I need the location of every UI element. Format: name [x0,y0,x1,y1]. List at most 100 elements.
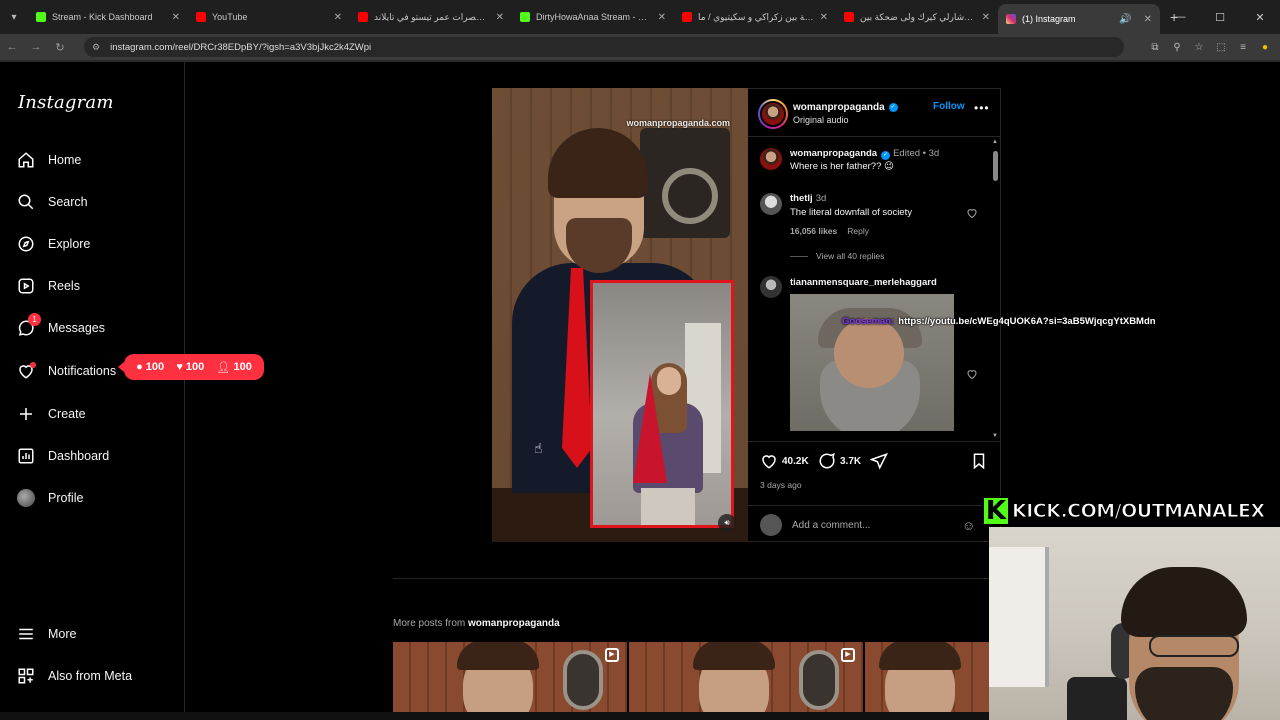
kick-icon [36,12,46,22]
verified-icon: ✓ [888,103,898,112]
heart-filled-icon: ♥ [176,361,183,373]
reel-icon: ▶ [841,648,855,662]
kick-logo-icon: K [982,496,1010,526]
url-bar[interactable]: ⚙ instagram.com/reel/DRCr38EDpBY/?igsh=a… [84,37,1124,57]
install-icon[interactable]: ⧉ [1144,42,1166,53]
reading-list-icon[interactable]: ≡ [1232,42,1254,53]
tab-youtube[interactable]: YouTube ✕ [188,0,350,34]
compass-icon [16,234,36,254]
home-icon [16,150,36,170]
tab-youtube-video-1[interactable]: قهوية خصرات عمر تيستو في تايلاند ✕ [350,0,512,34]
avatar[interactable] [760,276,782,298]
tab-search-icon[interactable]: ▾ [0,0,28,34]
sidebar-item-also-from-meta[interactable]: Also from Meta [16,664,132,688]
sidebar-item-explore[interactable]: Explore [16,232,90,256]
close-icon[interactable]: ✕ [496,12,504,23]
author-name[interactable]: womanpropaganda ✓ [793,102,898,113]
follow-button[interactable]: Follow [933,101,965,112]
speaker-icon[interactable]: 🔊 [1119,14,1131,25]
sidebar-item-reels[interactable]: Reels [16,274,80,298]
comment-button[interactable]: 3.7K [818,452,861,470]
sidebar-item-search[interactable]: Search [16,190,88,214]
profile-icon[interactable]: ● [1254,42,1276,53]
reply-link[interactable]: Reply [847,226,869,236]
close-icon[interactable]: ✕ [334,12,342,23]
search-icon [16,192,36,212]
window-controls: — ☐ ✕ [1160,0,1280,34]
avatar[interactable] [760,193,782,215]
author-avatar[interactable] [758,99,788,129]
tab-instagram[interactable]: (1) Instagram 🔊 ✕ [998,4,1160,34]
dashboard-icon [16,446,36,466]
reel-icon: ▶ [605,648,619,662]
like-button[interactable]: 40.2K [760,452,809,470]
maximize-icon[interactable]: ☐ [1200,11,1240,24]
site-info-icon[interactable]: ⚙ [92,42,100,53]
scroll-thumb [993,151,998,181]
youtube-icon [358,12,368,22]
hand-cursor-icon: ☝︎ [534,440,543,456]
menu-icon [16,624,36,644]
youtube-icon [196,12,206,22]
tab-youtube-video-3[interactable]: علاش شارلي كيرك ولى ضحكة بين ✕ [836,0,998,34]
reload-icon[interactable]: ↻ [48,41,72,54]
reel-video[interactable]: womanpropaganda.com 🔊︎ [492,88,748,542]
sidebar-item-home[interactable]: Home [16,148,81,172]
volume-button[interactable]: 🔊︎ [718,514,736,532]
sidebar-item-profile[interactable]: Profile [16,486,83,510]
more-posts-user[interactable]: womanpropaganda [468,618,560,629]
comment-gif [790,294,954,431]
post-panel: womanpropaganda ✓ Original audio Follow •… [748,88,1001,542]
share-button[interactable] [870,452,892,470]
tab-kick-stream[interactable]: DirtyHowaAnaa Stream - Watch ✕ [512,0,674,34]
sidebar-item-dashboard[interactable]: Dashboard [16,444,109,468]
tab-kick-dashboard[interactable]: Stream - Kick Dashboard ✕ [28,0,188,34]
inset-video [590,280,734,528]
zoom-icon[interactable]: ⚲ [1166,42,1188,53]
caption-user[interactable]: womanpropaganda ✓ Edited • 3d [790,148,939,160]
sidebar-item-more[interactable]: More [16,622,76,646]
heart-icon [16,361,36,381]
extensions-icon[interactable]: ⬚ [1210,42,1232,53]
close-icon[interactable]: ✕ [982,12,990,23]
emoji-icon[interactable]: ☺ [962,518,975,533]
kick-icon [520,12,530,22]
comments-count: ● 100 [136,361,165,373]
more-options-icon[interactable]: ••• [974,101,990,115]
audio-label[interactable]: Original audio [793,115,849,125]
view-replies-link[interactable]: View all 40 replies [816,251,884,261]
tab-youtube-video-2[interactable]: مقابلة بين زكراكي و سكيتيوي / ما ✕ [674,0,836,34]
close-icon[interactable]: ✕ [1144,14,1152,25]
instagram-logo[interactable]: Instagram [18,92,114,113]
more-posts-heading: More posts from womanpropaganda [393,618,560,629]
avatar[interactable] [760,148,782,170]
post-thumbnail[interactable]: ▶ [629,642,863,712]
comment-input[interactable] [792,516,952,534]
back-icon[interactable]: ← [0,41,24,53]
close-window-icon[interactable]: ✕ [1240,11,1280,24]
save-button[interactable] [970,452,992,470]
sidebar-item-notifications[interactable]: Notifications [16,359,116,383]
add-comment-bar: ☺ [748,505,1000,543]
comments-scrollbar[interactable]: ▲ ▼ [992,139,998,439]
forward-icon[interactable]: → [24,41,48,53]
comment-user[interactable]: tiananmensquare_merlehaggard [790,277,937,288]
like-comment-icon[interactable] [966,368,978,380]
sidebar-item-messages[interactable]: 1 Messages [16,313,105,340]
close-icon[interactable]: ✕ [820,12,828,23]
close-icon[interactable]: ✕ [658,12,666,23]
sidebar-item-create[interactable]: Create [16,402,86,426]
toolbar-right: ⧉ ⚲ ☆ ⬚ ≡ ● [1144,34,1276,60]
like-comment-icon[interactable] [966,207,978,219]
rotary-phone [640,128,730,238]
caption-text: Where is her father?? 😉 [790,161,894,172]
post-thumbnail[interactable]: ▶ [393,642,627,712]
post-thumbnail[interactable] [865,642,989,712]
section-divider [393,578,989,579]
close-icon[interactable]: ✕ [172,12,180,23]
bookmark-star-icon[interactable]: ☆ [1188,42,1210,53]
post-header: womanpropaganda ✓ Original audio Follow •… [748,89,1000,137]
minimize-icon[interactable]: — [1160,11,1200,23]
notifications-popup[interactable]: ● 100 ♥ 100 👤︎ 100 [118,354,264,380]
comment-user[interactable]: thetlj 3d [790,193,826,204]
